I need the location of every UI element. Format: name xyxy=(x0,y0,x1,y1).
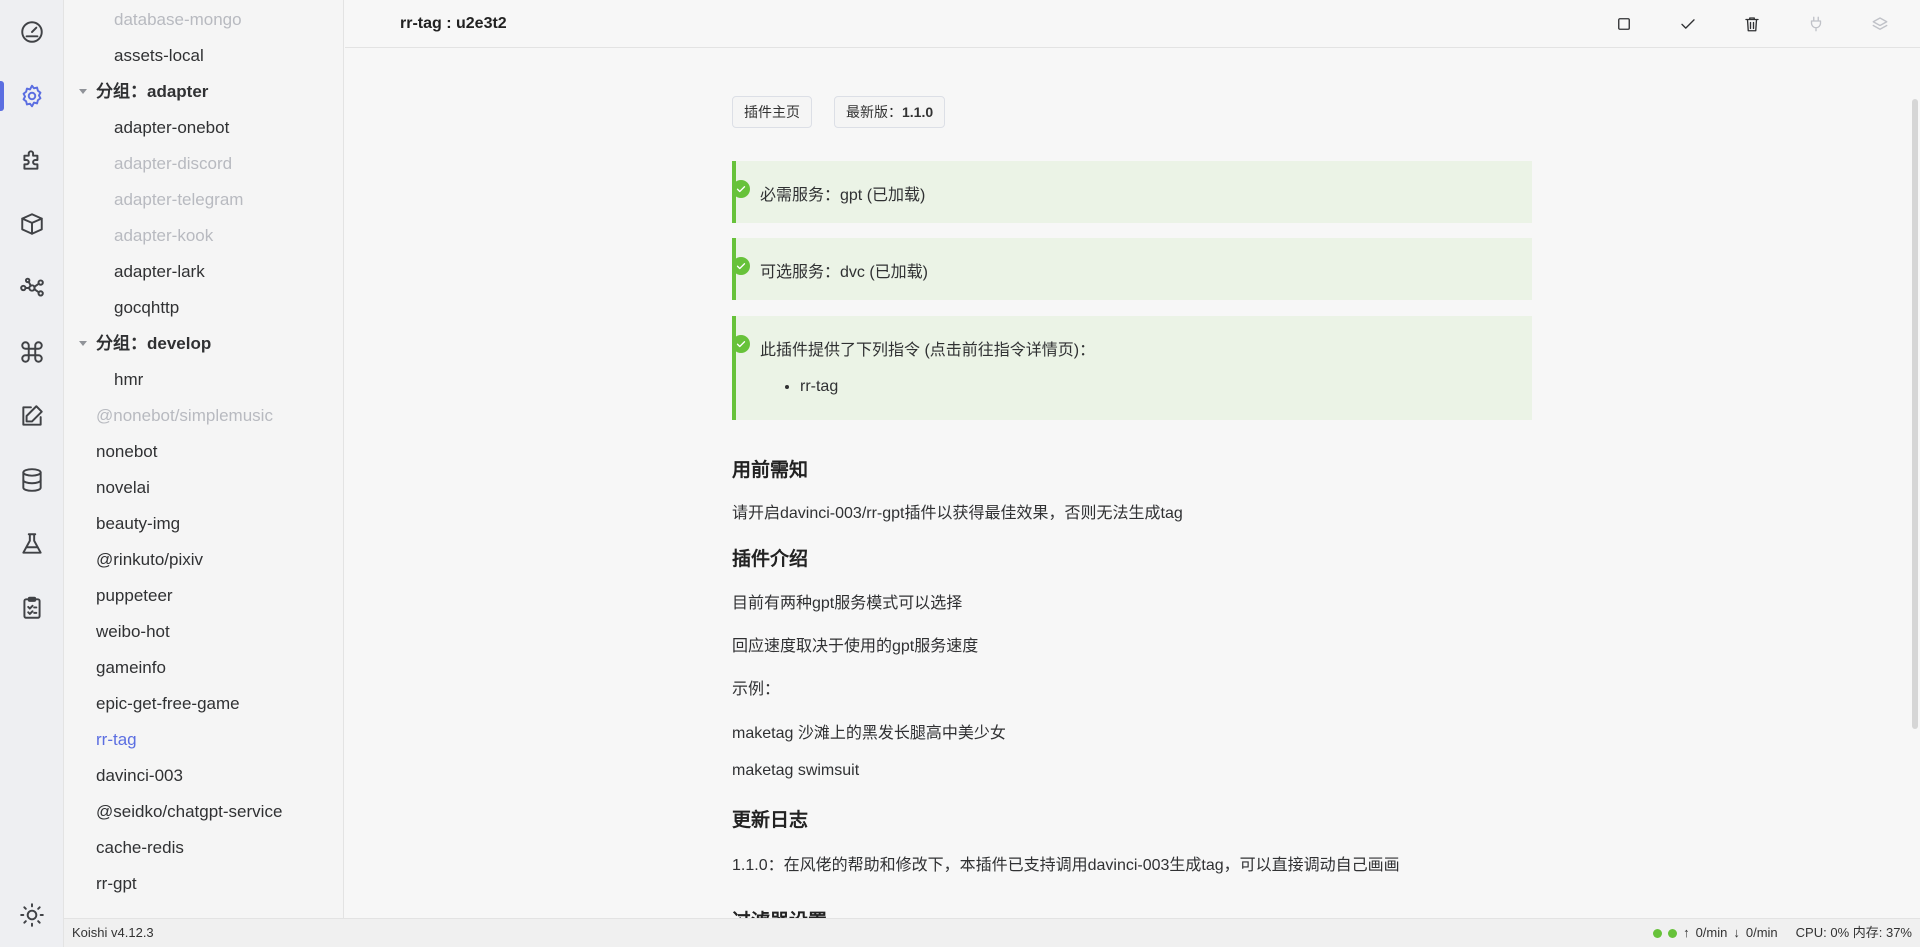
optional-service-notice: 可选服务：dvc (已加载) xyxy=(732,238,1532,300)
edit-icon[interactable] xyxy=(0,384,64,448)
sun-icon[interactable] xyxy=(0,883,64,947)
tree-item-rr-tag[interactable]: rr-tag xyxy=(64,722,343,758)
check-circle-icon xyxy=(732,257,750,275)
tree-item-weibo-hot[interactable]: weibo-hot xyxy=(64,614,343,650)
activity-bar xyxy=(0,0,64,947)
command-icon[interactable] xyxy=(0,320,64,384)
status-dot-icon xyxy=(1668,928,1678,938)
tree-item-adapter-discord[interactable]: adapter-discord xyxy=(64,146,343,182)
clipboard-icon[interactable] xyxy=(0,576,64,640)
tree-item-gameinfo[interactable]: gameinfo xyxy=(64,650,343,686)
command-list: rr-tag xyxy=(800,378,838,396)
plug-button[interactable] xyxy=(1802,10,1830,38)
scrollbar-thumb[interactable] xyxy=(1912,99,1918,729)
tree-group-develop[interactable]: 分组：develop xyxy=(64,326,343,362)
database-icon[interactable] xyxy=(0,448,64,512)
tree-item-nonebot-simplemusic[interactable]: @nonebot/simplemusic xyxy=(64,398,343,434)
flask-icon[interactable] xyxy=(0,512,64,576)
tree-item-gocqhttp[interactable]: gocqhttp xyxy=(64,290,343,326)
paragraph: 示例： xyxy=(732,681,781,698)
page-title: rr-tag : u2e3t2 xyxy=(400,15,507,32)
plugin-detail: 插件主页 最新版：1.1.0 必需服务：gpt (已加载) 可选服务：dvc (… xyxy=(345,49,1920,918)
paragraph: 目前有两种gpt服务模式可以选择 xyxy=(732,595,963,612)
tree-group-label: 分组：adapter xyxy=(96,82,209,101)
plug-icon xyxy=(1810,16,1822,32)
download-rate: 0/min xyxy=(1745,925,1778,940)
caret-down-icon xyxy=(79,89,87,94)
box-icon[interactable] xyxy=(0,192,64,256)
command-link-rr-tag[interactable]: rr-tag xyxy=(800,378,838,396)
tree-item-puppeteer[interactable]: puppeteer xyxy=(64,578,343,614)
dashboard-icon[interactable] xyxy=(0,0,64,64)
network-icon[interactable] xyxy=(0,256,64,320)
tree-item-database-mongo[interactable]: database-mongo xyxy=(64,2,343,38)
gear-icon[interactable] xyxy=(0,64,64,128)
tree-item-adapter-lark[interactable]: adapter-lark xyxy=(64,254,343,290)
tree-item-novelai[interactable]: novelai xyxy=(64,470,343,506)
tree-item-adapter-telegram[interactable]: adapter-telegram xyxy=(64,182,343,218)
heading-changelog: 更新日志 xyxy=(732,810,809,831)
page-header: rr-tag : u2e3t2 xyxy=(345,0,1920,48)
stop-button[interactable] xyxy=(1610,10,1638,38)
homepage-button[interactable]: 插件主页 xyxy=(732,96,812,128)
paragraph: 1.1.0：在风佬的帮助和修改下，本插件已支持调用davinci-003生成ta… xyxy=(732,857,1400,874)
koishi-version: Koishi v4.12.3 xyxy=(72,925,154,940)
paragraph: maketag swimsuit xyxy=(732,762,860,779)
status-metrics: ↑ 0/min ↓ 0/min CPU: 0% 内存: 37% xyxy=(1653,919,1912,947)
upload-rate: 0/min xyxy=(1695,925,1728,940)
latest-version-button[interactable]: 最新版：1.1.0 xyxy=(834,96,946,128)
tree-item-adapter-onebot[interactable]: adapter-onebot xyxy=(64,110,343,146)
square-icon xyxy=(1618,18,1630,30)
layers-button[interactable] xyxy=(1866,10,1894,38)
tree-item-assets-local[interactable]: assets-local xyxy=(64,38,343,74)
tree-group-label: 分组：develop xyxy=(96,334,212,353)
commands-notice: 此插件提供了下列指令 (点击前往指令详情页)： rr-tag xyxy=(732,316,1532,420)
paragraph: maketag 沙滩上的黑发长腿高中美少女 xyxy=(732,725,1006,742)
upload-arrow-icon: ↑ xyxy=(1683,925,1690,940)
version-value: 1.1.0 xyxy=(902,104,934,120)
apply-button[interactable] xyxy=(1674,10,1702,38)
download-arrow-icon: ↓ xyxy=(1733,925,1740,940)
check-circle-icon xyxy=(732,335,750,353)
tree-item-rr-gpt[interactable]: rr-gpt xyxy=(64,866,343,902)
puzzle-icon[interactable] xyxy=(0,128,64,192)
trash-icon xyxy=(1745,17,1759,32)
heading-usage-notes: 用前需知 xyxy=(732,460,809,481)
check-circle-icon xyxy=(732,180,750,198)
layers-icon xyxy=(1872,17,1888,30)
heading-filter-settings: 过滤器设置 xyxy=(732,906,827,918)
notice-text: 可选服务：dvc (已加载) xyxy=(760,264,929,281)
status-bar: Koishi v4.12.3 ↑ 0/min ↓ 0/min CPU: 0% 内… xyxy=(64,918,1920,947)
tree-item-nonebot[interactable]: nonebot xyxy=(64,434,343,470)
tree-item-cache-redis[interactable]: cache-redis xyxy=(64,830,343,866)
tree-item-rinkuto-pixiv[interactable]: @rinkuto/pixiv xyxy=(64,542,343,578)
delete-button[interactable] xyxy=(1738,10,1766,38)
version-prefix: 最新版： xyxy=(846,104,902,120)
notice-text: 此插件提供了下列指令 (点击前往指令详情页)： xyxy=(760,342,1096,359)
check-icon xyxy=(1681,19,1695,29)
tree-item-davinci-003[interactable]: davinci-003 xyxy=(64,758,343,794)
paragraph: 请开启davinci-003/rr-gpt插件以获得最佳效果，否则无法生成tag xyxy=(732,505,1183,522)
tree-item-adapter-kook[interactable]: adapter-kook xyxy=(64,218,343,254)
tree-item-hmr[interactable]: hmr xyxy=(64,362,343,398)
tree-group-adapter[interactable]: 分组：adapter xyxy=(64,74,343,110)
tree-item-beauty-img[interactable]: beauty-img xyxy=(64,506,343,542)
tree-item-seidko-chatgpt-service[interactable]: @seidko/chatgpt-service xyxy=(64,794,343,830)
notice-text: 必需服务：gpt (已加载) xyxy=(760,187,926,204)
paragraph: 回应速度取决于使用的gpt服务速度 xyxy=(732,638,979,655)
heading-plugin-intro: 插件介绍 xyxy=(732,549,809,570)
required-service-notice: 必需服务：gpt (已加载) xyxy=(732,161,1532,223)
cpu-memory: CPU: 0% 内存: 37% xyxy=(1795,925,1912,940)
plugin-tree: database-mongo assets-local 分组：adapter a… xyxy=(64,0,344,918)
status-dot-icon xyxy=(1653,928,1663,938)
caret-down-icon xyxy=(79,341,87,346)
tree-item-epic-get-free-game[interactable]: epic-get-free-game xyxy=(64,686,343,722)
